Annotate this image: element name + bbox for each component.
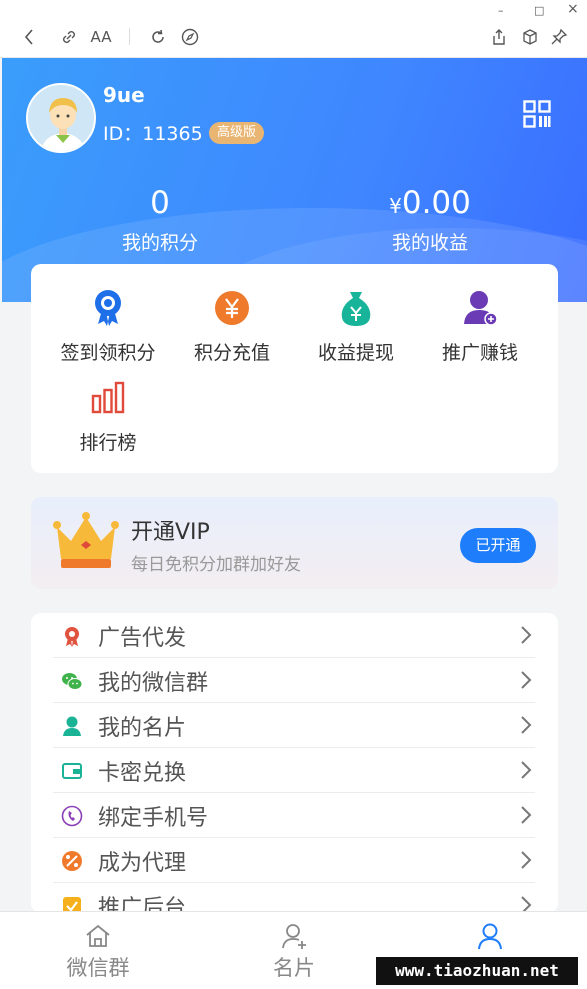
money-bag-icon [336, 288, 376, 328]
list-item-bind-phone[interactable]: 绑定手机号 [53, 793, 535, 838]
user-add-icon [460, 288, 500, 328]
tab-wechat-groups[interactable]: 微信群 [0, 912, 196, 982]
grid-item-label: 收益提现 [317, 342, 394, 364]
points-recharge-item[interactable]: 积分充值 [172, 288, 292, 365]
list-item-wechat-groups[interactable]: 我的微信群 [53, 658, 535, 703]
list-item-label: 绑定手机号 [98, 806, 209, 831]
chevron-right-icon [519, 714, 533, 736]
tab-label: 名片 [273, 956, 315, 980]
user-plus-icon [280, 922, 308, 950]
chevron-right-icon [519, 849, 533, 871]
refresh-icon[interactable] [147, 26, 169, 48]
compass-icon[interactable] [179, 26, 201, 48]
list-item-become-agent[interactable]: 成为代理 [53, 838, 535, 883]
list-item-label: 推广后台 [98, 896, 187, 913]
chevron-right-icon [519, 759, 533, 781]
vip-banner[interactable]: 开通VIP 每日免积分加群加好友 已开通 [31, 497, 558, 589]
medal-icon [88, 288, 128, 328]
promote-earn-item[interactable]: 推广赚钱 [420, 288, 540, 365]
home-icon [84, 922, 112, 950]
avatar[interactable] [26, 83, 96, 153]
vip-activated-button[interactable]: 已开通 [460, 528, 536, 563]
ranking-bars-icon [88, 378, 128, 418]
vip-title: 开通VIP [131, 520, 210, 545]
quick-actions-card: 签到领积分 积分充值 收益提现 推广赚钱 排行榜 [31, 264, 558, 473]
list-item-ad-posting[interactable]: 广告代发 [53, 613, 535, 658]
browser-toolbar: – □ × AA [0, 0, 587, 58]
close-button[interactable]: × [567, 1, 579, 17]
list-item-business-card[interactable]: 我的名片 [53, 703, 535, 748]
list-item-label: 成为代理 [98, 851, 187, 876]
grid-item-label: 签到领积分 [60, 342, 156, 364]
list-item-promo-backend[interactable]: 推广后台 [53, 883, 535, 913]
chevron-right-icon [519, 624, 533, 646]
income-label: 我的收益 [391, 232, 468, 254]
chevron-right-icon [519, 669, 533, 691]
user-icon [476, 922, 504, 950]
list-item-label: 我的微信群 [98, 671, 209, 696]
back-icon[interactable] [18, 26, 40, 48]
yen-coin-icon [212, 288, 252, 328]
pin-icon[interactable] [548, 26, 570, 48]
link-icon[interactable] [58, 26, 80, 48]
points-value[interactable]: 0 [110, 185, 210, 221]
checkin-points-item[interactable]: 签到领积分 [48, 288, 168, 365]
grid-item-label: 排行榜 [79, 432, 137, 454]
tab-label: 微信群 [66, 956, 130, 980]
list-item-label: 我的名片 [98, 716, 187, 741]
wechat-icon [61, 670, 83, 692]
membership-badge: 高级版 [209, 122, 265, 144]
toolbar-divider [129, 28, 130, 45]
tab-business-card[interactable]: 名片 [196, 912, 392, 982]
cube-icon[interactable] [519, 26, 541, 48]
list-item-label: 广告代发 [98, 626, 187, 651]
points-label: 我的积分 [121, 232, 198, 254]
minimize-button[interactable]: – [498, 4, 504, 17]
crown-icon [53, 511, 119, 571]
person-icon [61, 715, 83, 737]
chevron-right-icon [519, 804, 533, 826]
grid-item-label: 积分充值 [193, 342, 270, 364]
maximize-button[interactable]: □ [534, 4, 544, 17]
text-size-icon[interactable]: AA [90, 26, 112, 48]
income-withdraw-item[interactable]: 收益提现 [296, 288, 416, 365]
list-item-card-redeem[interactable]: 卡密兑换 [53, 748, 535, 793]
qrcode-icon[interactable] [523, 100, 551, 128]
share-icon[interactable] [488, 26, 510, 48]
site-watermark: www.tiaozhuan.net [376, 957, 578, 985]
user-id: ID：11365 [103, 123, 203, 145]
menu-list: 广告代发 我的微信群 我的名片 卡密兑换 绑定手机号 成为代理 推广后台 [31, 613, 558, 913]
income-value[interactable]: ¥0.00 [370, 185, 490, 221]
ribbon-icon [61, 625, 83, 647]
ranking-item[interactable]: 排行榜 [48, 378, 168, 455]
user-name: 9ue [103, 83, 145, 107]
vip-subtitle: 每日免积分加群加好友 [131, 555, 301, 575]
grid-item-label: 推广赚钱 [441, 342, 518, 364]
percent-icon [61, 850, 83, 872]
phone-icon [61, 805, 83, 827]
list-item-label: 卡密兑换 [98, 761, 187, 786]
wallet-icon [61, 760, 83, 782]
